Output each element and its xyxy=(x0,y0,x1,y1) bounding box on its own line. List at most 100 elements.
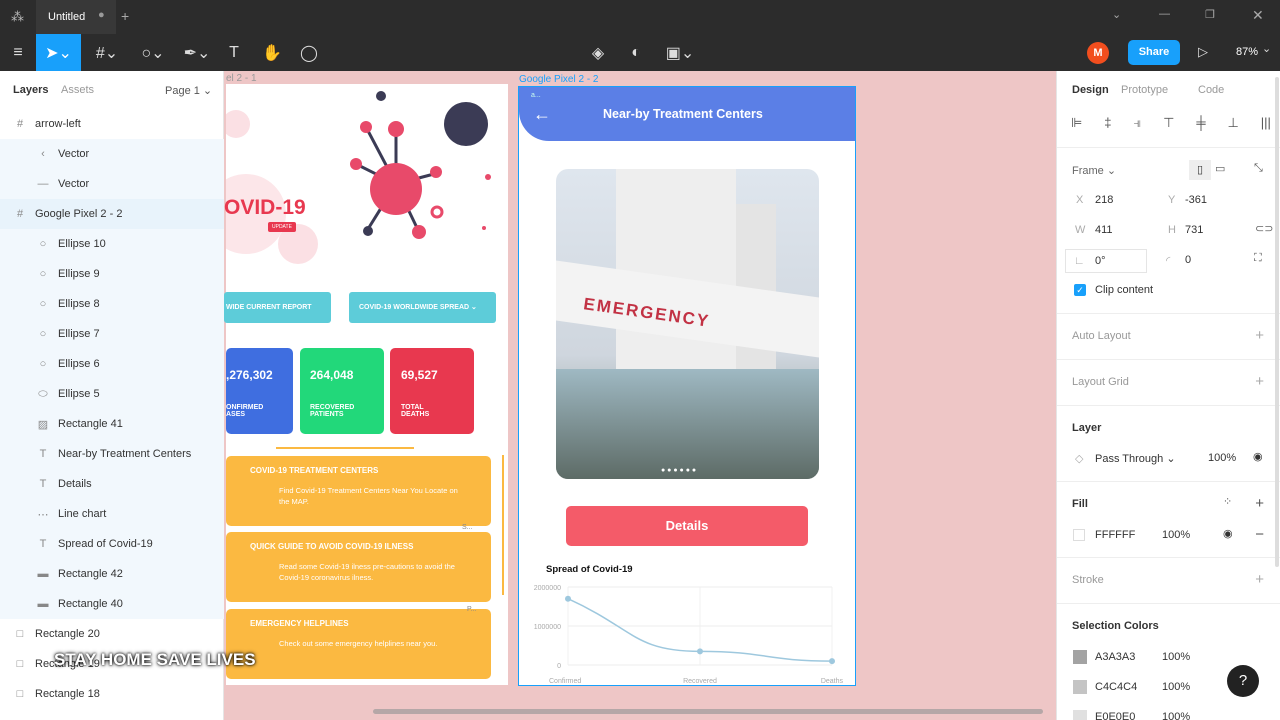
x-field[interactable]: 218 xyxy=(1095,194,1113,206)
align-top-icon[interactable]: ⊤ xyxy=(1163,115,1174,131)
menu-icon[interactable]: ≡ xyxy=(0,34,36,71)
pen-tool-icon[interactable]: ✒⌄ xyxy=(178,34,216,71)
design-panel: Design Prototype Code ⊫ ‡ ⫣ ⊤ ╪ ⊥ ||| Frame ⌄ … xyxy=(1056,71,1280,720)
align-bottom-icon[interactable]: ⊥ xyxy=(1228,115,1239,131)
layer-item[interactable]: ○ Ellipse 7 xyxy=(0,319,224,349)
panel-scrollbar[interactable] xyxy=(1275,77,1279,567)
layer-item[interactable]: T Near-by Treatment Centers xyxy=(0,439,224,469)
worldwide-spread-button[interactable]: COVID-19 WORLDWIDE SPREAD ⌄ xyxy=(349,292,496,323)
layer-item[interactable]: ⋯ Line chart xyxy=(0,499,224,529)
clip-content-checkbox[interactable]: ✓ xyxy=(1074,284,1086,296)
file-tab[interactable]: Untitled ● xyxy=(36,0,116,34)
layer-item[interactable]: # arrow-left xyxy=(0,109,224,139)
layer-item[interactable]: ▬ Rectangle 42 xyxy=(0,559,224,589)
constrain-proportions-icon[interactable]: ⊂⊃ xyxy=(1255,222,1273,235)
add-fill-icon[interactable]: + xyxy=(1255,495,1264,512)
page-selector[interactable]: Page 1 ⌄ xyxy=(165,84,212,97)
figma-logo-icon[interactable]: ⁂ xyxy=(11,9,24,25)
add-auto-layout-icon[interactable]: + xyxy=(1255,327,1264,344)
layer-item[interactable]: — Vector xyxy=(0,169,224,199)
hand-tool-icon[interactable]: ✋ xyxy=(254,34,290,71)
y-field[interactable]: -361 xyxy=(1185,194,1207,206)
frame-label[interactable]: el 2 - 1 xyxy=(226,73,257,84)
align-right-icon[interactable]: ⫣ xyxy=(1133,115,1141,131)
tab-code[interactable]: Code xyxy=(1198,84,1224,96)
shape-tool-icon[interactable]: ○⌄ xyxy=(134,34,172,71)
mask-icon[interactable]: ◐ xyxy=(618,34,654,71)
layer-item[interactable]: □ Rectangle 20 xyxy=(0,619,224,649)
boolean-icon[interactable]: ▣⌄ xyxy=(660,34,700,71)
layer-heading: Layer xyxy=(1072,422,1102,434)
portrait-icon[interactable]: ▯ xyxy=(1189,160,1211,180)
details-button[interactable]: Details xyxy=(566,506,808,546)
present-icon[interactable]: ▷ xyxy=(1198,44,1208,60)
add-layout-grid-icon[interactable]: + xyxy=(1255,373,1264,390)
distribute-icon[interactable]: ||| xyxy=(1261,115,1271,131)
add-stroke-icon[interactable]: + xyxy=(1255,571,1264,588)
fill-hex[interactable]: FFFFFF xyxy=(1095,529,1135,541)
close-icon[interactable]: ✕ xyxy=(1252,7,1264,24)
frame-google-pixel-2-2[interactable]: a... ← Near-by Treatment Centers EMERGEN… xyxy=(518,86,856,686)
align-left-icon[interactable]: ⊫ xyxy=(1071,115,1082,131)
zoom-level[interactable]: 87% xyxy=(1236,46,1258,58)
help-button[interactable]: ? xyxy=(1227,665,1259,697)
frame-label-selected[interactable]: Google Pixel 2 - 2 xyxy=(519,74,599,85)
carousel-dots[interactable]: ● ● ● ● ● ● xyxy=(661,467,696,474)
align-center-icon[interactable]: ‡ xyxy=(1104,115,1111,131)
current-report-button[interactable]: WIDE CURRENT REPORT xyxy=(224,292,331,323)
minimize-icon[interactable]: — xyxy=(1159,8,1170,20)
layer-item[interactable]: T Spread of Covid-19 xyxy=(0,529,224,559)
restore-icon[interactable]: ❐ xyxy=(1205,8,1215,21)
align-middle-icon[interactable]: ╪ xyxy=(1196,115,1205,131)
tab-prototype[interactable]: Prototype xyxy=(1121,84,1168,96)
new-tab-button[interactable]: + xyxy=(121,8,129,24)
rotation-field[interactable]: ∟ 0° xyxy=(1065,249,1147,273)
layer-item[interactable]: T Details xyxy=(0,469,224,499)
frame-tool-icon[interactable]: #⌄ xyxy=(88,34,126,71)
tab-design[interactable]: Design xyxy=(1072,84,1109,96)
quick-guide-card[interactable]: QUICK GUIDE TO AVOID COVID-19 ILNESS Read… xyxy=(226,532,491,602)
layer-item[interactable]: ○ Ellipse 8 xyxy=(0,289,224,319)
component-icon[interactable]: ◈ xyxy=(580,34,616,71)
landscape-icon[interactable]: ▭ xyxy=(1215,162,1225,175)
zoom-chevron-icon[interactable]: ⌄ xyxy=(1262,42,1271,55)
horizontal-scrollbar[interactable] xyxy=(373,709,1043,714)
eye-icon[interactable]: ◉ xyxy=(1253,450,1263,463)
layer-item[interactable]: ○ Ellipse 6 xyxy=(0,349,224,379)
chevron-down-icon: ⌄ xyxy=(471,304,477,311)
layer-item[interactable]: ○ Ellipse 10 xyxy=(0,229,224,259)
layer-item[interactable]: ⬭ Ellipse 5 xyxy=(0,379,224,409)
independent-corners-icon[interactable]: ⛶ xyxy=(1254,252,1262,265)
layer-item[interactable]: # Google Pixel 2 - 2 xyxy=(0,199,224,229)
width-field[interactable]: 411 xyxy=(1095,224,1113,236)
tab-layers[interactable]: Layers xyxy=(13,84,48,96)
remove-fill-icon[interactable]: − xyxy=(1255,526,1264,543)
eye-icon[interactable]: ◉ xyxy=(1223,527,1233,540)
tab-assets[interactable]: Assets xyxy=(61,84,94,96)
treatment-centers-card[interactable]: COVID-19 TREATMENT CENTERS Find Covid-19 … xyxy=(226,456,491,526)
share-button[interactable]: Share xyxy=(1128,40,1180,65)
layer-item[interactable]: ▬ Rectangle 40 xyxy=(0,589,224,619)
layer-item[interactable]: ▨ Rectangle 41 xyxy=(0,409,224,439)
fill-swatch[interactable] xyxy=(1073,529,1085,541)
chevron-down-icon[interactable]: ⌄ xyxy=(1112,8,1121,21)
selection-color-row[interactable]: E0E0E0 100% xyxy=(1073,710,1223,720)
layer-type-icon: □ xyxy=(16,688,24,700)
comment-tool-icon[interactable]: ◯ xyxy=(291,34,327,71)
emergency-helplines-card[interactable]: EMERGENCY HELPLINES Check out some emerge… xyxy=(226,609,491,679)
frame-selector[interactable]: Frame ⌄ xyxy=(1072,164,1116,177)
layer-item[interactable]: ○ Ellipse 9 xyxy=(0,259,224,289)
avatar[interactable]: M xyxy=(1087,42,1109,64)
arrow-left-icon[interactable]: ← xyxy=(533,104,551,125)
layer-opacity[interactable]: 100% xyxy=(1208,452,1236,464)
move-tool-icon[interactable]: ➤⌄ xyxy=(36,34,81,71)
layer-item[interactable]: ‹ Vector xyxy=(0,139,224,169)
fill-opacity[interactable]: 100% xyxy=(1162,529,1190,541)
height-field[interactable]: 731 xyxy=(1185,224,1203,236)
blend-mode-select[interactable]: Pass Through ⌄ xyxy=(1095,452,1176,465)
corner-radius-field[interactable]: 0 xyxy=(1185,254,1191,266)
styles-icon[interactable]: ⁘ xyxy=(1223,495,1232,508)
layer-item[interactable]: □ Rectangle 18 xyxy=(0,679,224,709)
text-tool-icon[interactable]: T xyxy=(216,34,252,71)
resize-to-fit-icon[interactable]: ⤡ xyxy=(1254,162,1263,175)
